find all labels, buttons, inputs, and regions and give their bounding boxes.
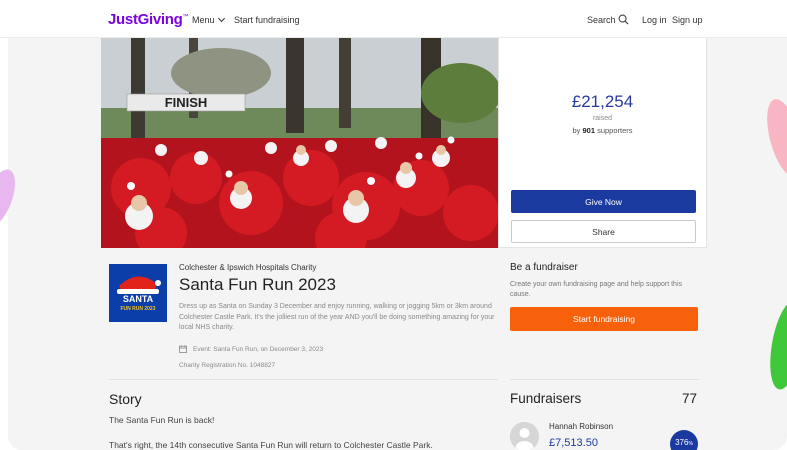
calendar-icon	[179, 345, 187, 353]
supporters-count: by 901 supporters	[572, 126, 633, 135]
story-heading: Story	[109, 391, 142, 407]
story-paragraph: That's right, the 14th consecutive Santa…	[109, 440, 433, 450]
event-description: Dress up as Santa on Sunday 3 December a…	[179, 303, 495, 331]
charity-logo[interactable]: SANTA FUN RUN 2023	[109, 264, 167, 322]
fundraiser-name-link[interactable]: Hannah Robinson	[549, 422, 613, 431]
svg-text:FUN RUN 2023: FUN RUN 2023	[120, 306, 155, 312]
user-avatar-icon	[510, 422, 539, 450]
share-button[interactable]: Share	[511, 220, 696, 243]
nav-search-link[interactable]: Search	[587, 15, 616, 25]
search-icon[interactable]	[618, 14, 629, 25]
start-fundraising-button[interactable]: Start fundraising	[510, 307, 698, 331]
top-nav: JustGiving™ Menu Start fundraising Searc…	[0, 0, 787, 38]
be-a-fundraiser-description: Create your own fundraising page and hel…	[510, 281, 682, 298]
give-now-button[interactable]: Give Now	[511, 190, 696, 213]
page-title: Santa Fun Run 2023	[179, 275, 336, 294]
amount-raised: £21,254	[571, 92, 634, 111]
raised-label: raised	[592, 115, 613, 122]
avatar[interactable]	[510, 422, 539, 450]
charity-name-link[interactable]: Colchester & Ipswich Hospitals Charity	[179, 263, 316, 272]
finish-banner-text: FINISH	[165, 95, 208, 110]
fundraisers-heading: Fundraisers	[510, 391, 582, 406]
chevron-down-icon	[217, 14, 225, 23]
justgiving-logo[interactable]: JustGiving™	[108, 11, 189, 28]
fundraiser-amount: £7,513.50	[549, 437, 598, 449]
story-paragraph: The Santa Fun Run is back!	[109, 415, 215, 425]
menu-dropdown[interactable]: Menu	[192, 14, 225, 25]
divider	[510, 379, 699, 380]
svg-text:SANTA: SANTA	[123, 294, 154, 304]
signup-link[interactable]: Sign up	[672, 15, 703, 25]
donation-summary-card: £21,254 raised by 901 supporters Give No…	[498, 38, 707, 248]
nav-start-fundraising-link[interactable]: Start fundraising	[234, 15, 300, 25]
login-link[interactable]: Log in	[642, 15, 667, 25]
santa-fun-run-logo: SANTA FUN RUN 2023	[109, 264, 167, 322]
hero-photo: FINISH	[101, 38, 498, 248]
be-a-fundraiser-heading: Be a fundraiser	[510, 262, 578, 273]
event-meta: Event: Santa Fun Run, on December 3, 202…	[179, 345, 323, 353]
charity-registration-number: Charity Registration No. 1048827	[179, 362, 276, 369]
fundraisers-count: 77	[682, 391, 698, 406]
fundraiser-progress-badge: 376%	[670, 430, 698, 450]
santa-run-crowd-image: FINISH	[101, 38, 498, 248]
divider	[109, 379, 498, 380]
